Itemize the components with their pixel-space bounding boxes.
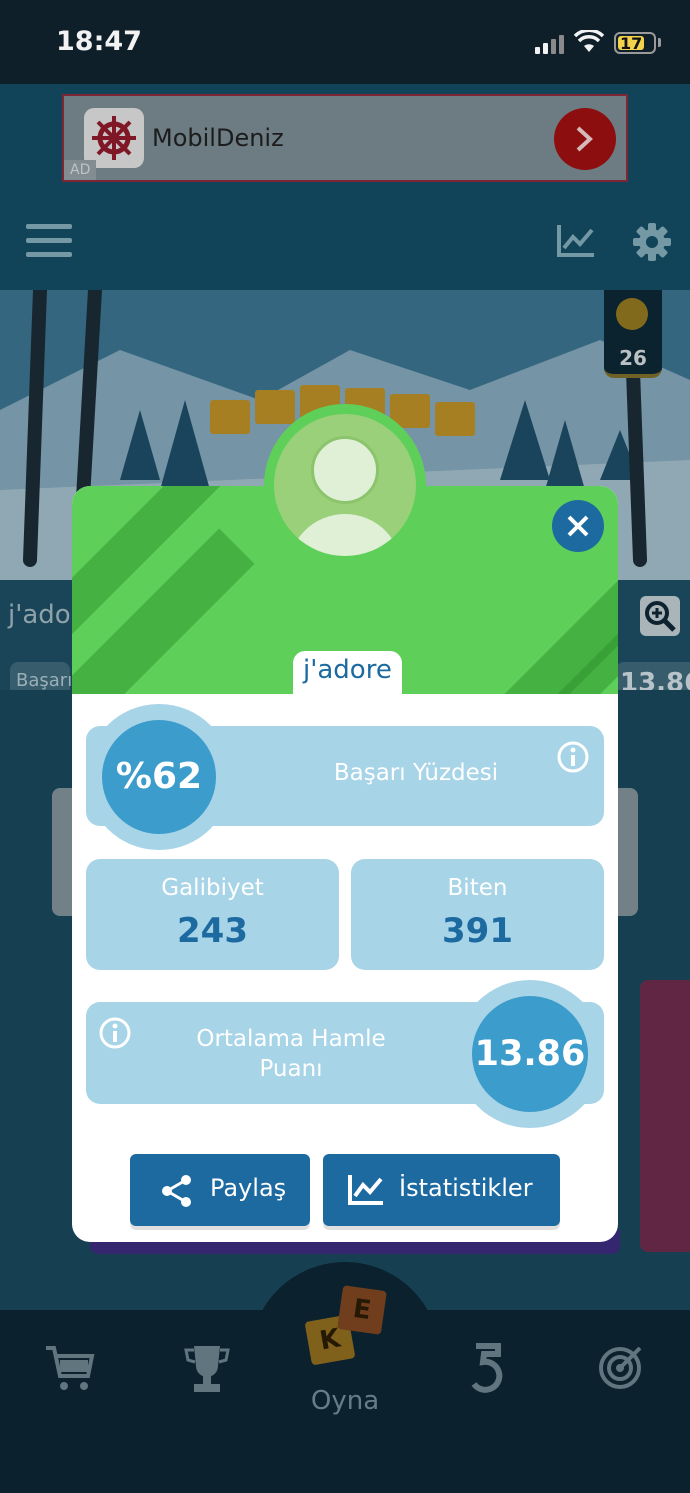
battery-level: 17	[620, 34, 643, 53]
info-icon[interactable]	[98, 1016, 132, 1050]
statistics-label: İstatistikler	[399, 1174, 533, 1202]
share-label: Paylaş	[210, 1174, 287, 1202]
signal-icon	[535, 34, 567, 54]
profile-modal: j'adore Başarı Yüzdesi %62 Galibiyet 243…	[72, 486, 618, 1242]
finished-card: Biten 391	[351, 859, 604, 970]
success-rate-badge: %62	[86, 704, 232, 850]
user-body-icon	[288, 514, 402, 556]
statistics-button[interactable]: İstatistikler	[323, 1154, 560, 1226]
finished-label: Biten	[447, 875, 508, 901]
status-bar: 18:47 17	[0, 0, 690, 84]
finished-value: 391	[442, 911, 513, 951]
avg-move-score-value: 13.86	[472, 996, 588, 1112]
close-icon	[567, 515, 589, 537]
share-button[interactable]: Paylaş	[130, 1154, 310, 1226]
user-head-icon	[311, 436, 379, 504]
wins-label: Galibiyet	[161, 875, 264, 901]
success-rate-value: %62	[102, 720, 216, 834]
avg-move-score-label: Ortalama Hamle Puanı	[196, 1026, 386, 1082]
status-time: 18:47	[56, 26, 142, 57]
share-icon	[162, 1175, 191, 1207]
close-button[interactable]	[552, 500, 604, 552]
wins-card: Galibiyet 243	[86, 859, 339, 970]
wifi-icon	[574, 30, 604, 52]
avatar	[264, 404, 426, 566]
info-icon[interactable]	[556, 740, 590, 774]
avg-move-score-badge: 13.86	[456, 980, 604, 1128]
success-rate-label: Başarı Yüzdesi	[333, 760, 499, 786]
chart-icon	[348, 1175, 383, 1205]
profile-username: j'adore	[293, 651, 402, 694]
wins-value: 243	[177, 911, 248, 951]
battery-icon: 17	[614, 32, 656, 54]
